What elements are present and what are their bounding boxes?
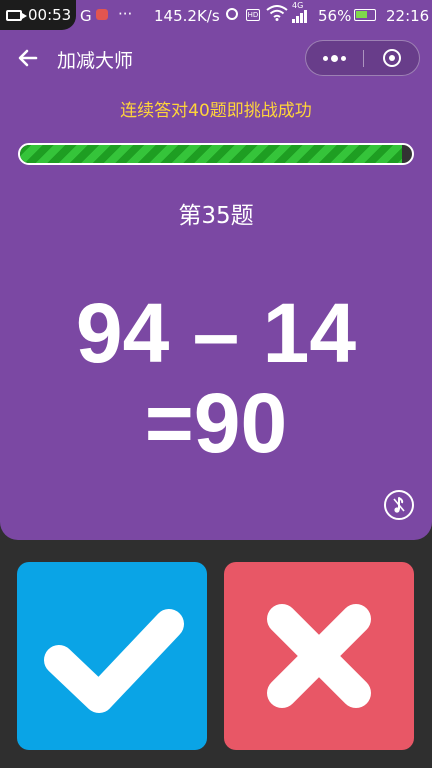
progress-fill xyxy=(20,145,403,163)
cross-icon xyxy=(267,604,371,708)
arrow-left-icon xyxy=(18,49,38,67)
correct-button[interactable] xyxy=(17,562,207,750)
app-notification-icon xyxy=(96,9,108,20)
status-bar: 00:53 G ··· 145.2K/s HD 4G 56% 22:16 xyxy=(0,0,432,32)
screen-record-indicator[interactable]: 00:53 xyxy=(0,0,76,30)
title-bar: 加减大师 xyxy=(0,36,432,80)
progress-bar xyxy=(18,143,414,165)
math-expression: 94 – 14 xyxy=(75,286,357,380)
wrong-button[interactable] xyxy=(224,562,414,750)
more-dots-icon xyxy=(322,55,328,61)
music-toggle-button[interactable] xyxy=(384,490,414,520)
battery-icon xyxy=(354,9,376,21)
more-notifications-icon: ··· xyxy=(118,5,133,23)
checkmark-icon xyxy=(44,609,184,713)
record-time: 00:53 xyxy=(28,6,72,24)
proposed-answer: =90 xyxy=(144,376,288,470)
close-mini-program-button[interactable] xyxy=(383,49,401,67)
more-button[interactable] xyxy=(306,41,362,75)
clock: 22:16 xyxy=(386,7,430,25)
challenge-text: 连续答对40题即挑战成功 xyxy=(120,101,312,121)
battery-percent: 56% xyxy=(318,7,352,25)
wifi-icon xyxy=(266,5,288,25)
capsule-divider xyxy=(363,50,364,67)
question-number: 第35题 xyxy=(178,203,254,229)
back-button[interactable] xyxy=(16,46,42,72)
page-title: 加减大师 xyxy=(57,50,134,72)
network-letter: G xyxy=(80,7,92,25)
camera-icon xyxy=(6,9,27,21)
alarm-icon xyxy=(226,8,238,20)
net-speed: 145.2K/s xyxy=(154,7,220,25)
music-note-icon xyxy=(393,497,405,513)
hd-icon: HD xyxy=(246,9,260,21)
mini-program-capsule xyxy=(305,40,420,76)
signal-icon xyxy=(292,9,307,23)
